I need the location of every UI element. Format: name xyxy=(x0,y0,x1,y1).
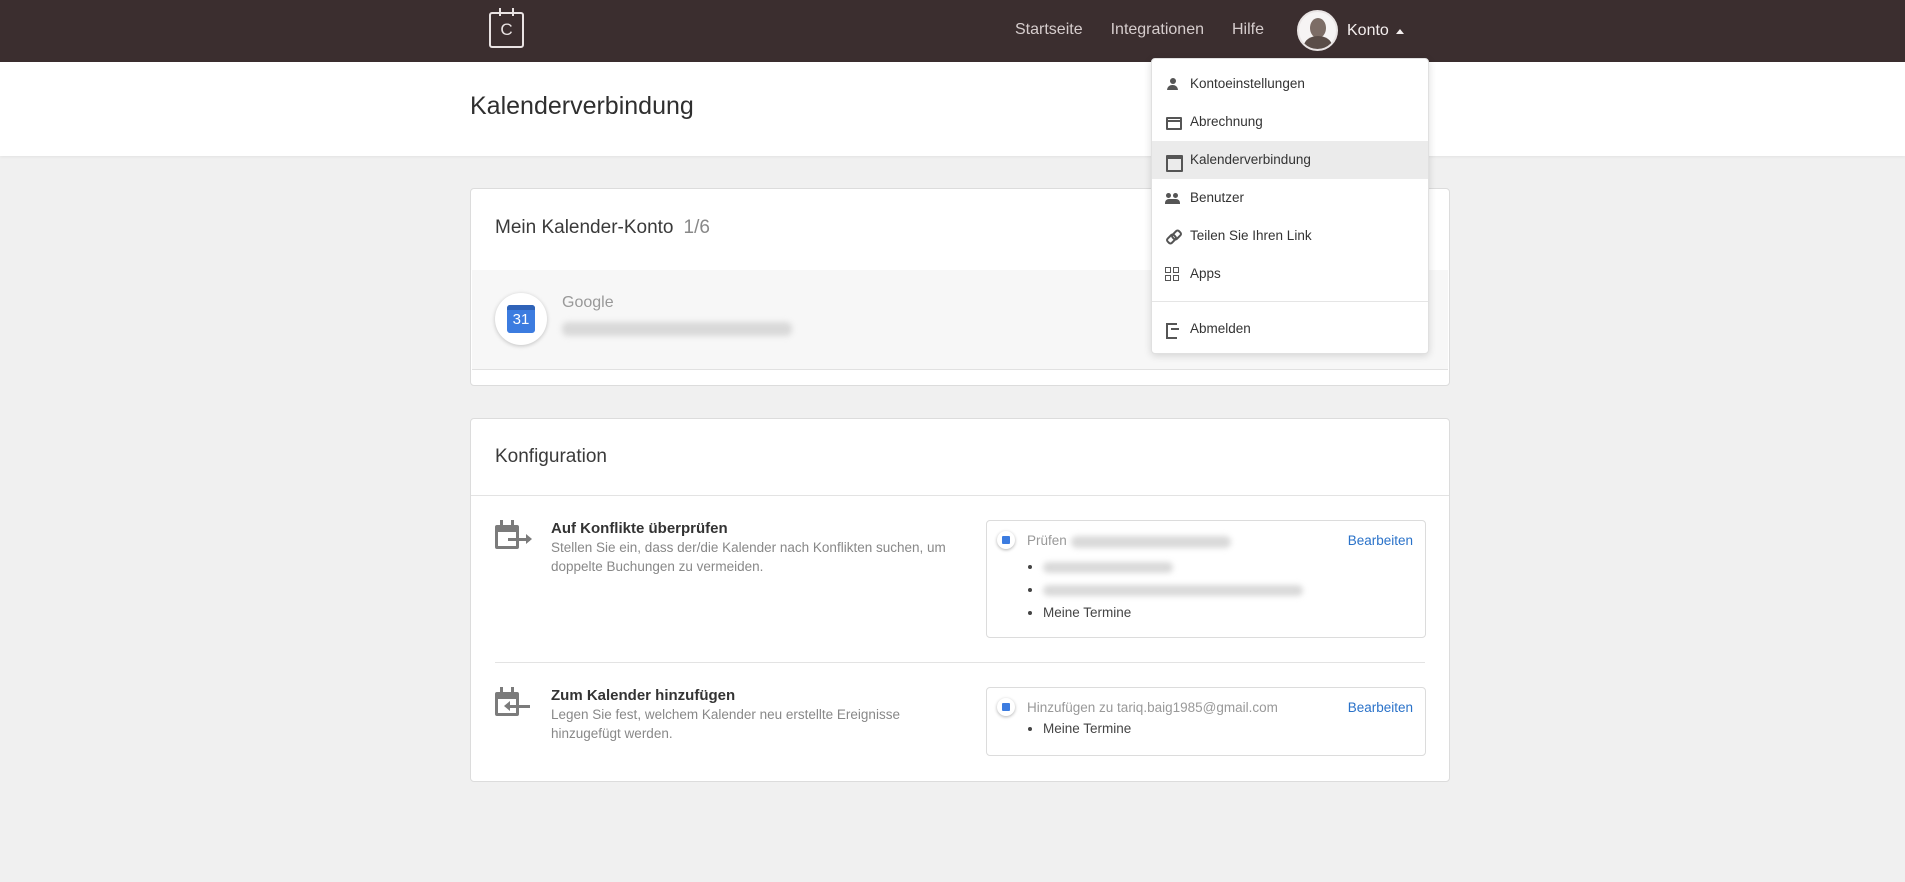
logo-letter: C xyxy=(500,20,513,39)
calendar-arrow-out-icon xyxy=(495,519,532,551)
page-title: Kalenderverbindung xyxy=(470,92,694,120)
google-calendar-small-icon xyxy=(997,698,1015,716)
menu-separator xyxy=(1152,301,1428,302)
add-to-calendar-box-label: Hinzufügen zu tariq.baig1985@gmail.com xyxy=(1027,700,1278,715)
menu-item-label: Kalenderverbindung xyxy=(1190,152,1311,167)
add-to-calendar-list: Meine Termine xyxy=(1043,717,1131,740)
calendar-account-counter: 1/6 xyxy=(683,217,710,238)
calendar-account-heading: Mein Kalender-Konto 1/6 xyxy=(495,217,710,239)
calendar-arrow-in-icon xyxy=(495,686,530,718)
main-nav: Startseite Integrationen Hilfe xyxy=(1015,21,1264,39)
menu-item-kalenderverbindung[interactable]: Kalenderverbindung xyxy=(1152,141,1428,179)
menu-item-label: Benutzer xyxy=(1190,190,1245,205)
google-calendar-badge: 31 xyxy=(507,305,535,333)
add-to-calendar-box: Hinzufügen zu tariq.baig1985@gmail.com B… xyxy=(986,687,1426,756)
blurred-account-email xyxy=(1071,536,1231,548)
menu-item-label: Kontoeinstellungen xyxy=(1190,76,1305,91)
conflicts-edit-link[interactable]: Bearbeiten xyxy=(1348,533,1413,548)
page-header xyxy=(0,62,1905,156)
credit-card-icon xyxy=(1165,115,1182,130)
provider-name: Google xyxy=(562,294,614,311)
conflicts-title: Auf Konflikte überprüfen xyxy=(551,520,728,537)
menu-item-benutzer[interactable]: Benutzer xyxy=(1152,179,1428,217)
conflicts-box-label: Prüfen xyxy=(1027,533,1067,548)
app-logo[interactable]: C xyxy=(489,8,524,48)
calendar-account-title: Mein Kalender-Konto xyxy=(495,217,674,238)
conflicts-calendar-box: Prüfen Bearbeiten Meine Termine xyxy=(986,520,1426,638)
top-navigation-bar: C Startseite Integrationen Hilfe Konto xyxy=(0,0,1905,62)
apps-icon xyxy=(1165,267,1180,281)
users-icon xyxy=(1165,191,1180,205)
caret-up-icon[interactable] xyxy=(1396,29,1404,34)
configuration-card: Konfiguration Auf Konflikte überprüfen S… xyxy=(470,418,1450,782)
add-to-calendar-description: Legen Sie fest, welchem Kalender neu ers… xyxy=(551,707,900,741)
menu-item-label: Abmelden xyxy=(1190,321,1251,336)
menu-item-label: Abrechnung xyxy=(1190,114,1263,129)
list-item xyxy=(1043,578,1303,601)
menu-item-label: Apps xyxy=(1190,266,1221,281)
google-calendar-icon: 31 xyxy=(495,293,547,345)
user-avatar[interactable] xyxy=(1297,10,1338,51)
logout-icon xyxy=(1165,322,1180,339)
conflicts-calendar-list: Meine Termine xyxy=(1043,555,1303,624)
link-icon xyxy=(1165,229,1180,243)
nav-link-hilfe[interactable]: Hilfe xyxy=(1232,21,1264,39)
menu-item-abrechnung[interactable]: Abrechnung xyxy=(1152,103,1428,141)
nav-link-startseite[interactable]: Startseite xyxy=(1015,21,1083,39)
configuration-divider xyxy=(471,495,1449,496)
nav-link-integrationen[interactable]: Integrationen xyxy=(1111,21,1204,39)
menu-item-kontoeinstellungen[interactable]: Kontoeinstellungen xyxy=(1152,65,1428,103)
configuration-title: Konfiguration xyxy=(495,446,607,467)
account-menu-toggle[interactable]: Konto xyxy=(1347,22,1389,40)
menu-item-abmelden[interactable]: Abmelden xyxy=(1152,310,1428,348)
menu-item-apps[interactable]: Apps xyxy=(1152,255,1428,293)
menu-item-label: Teilen Sie Ihren Link xyxy=(1190,228,1312,243)
calendar-icon xyxy=(1165,153,1183,172)
list-item: Meine Termine xyxy=(1043,601,1303,624)
blurred-calendar-name xyxy=(1043,561,1173,573)
account-dropdown-menu: Kontoeinstellungen Abrechnung Kalenderve… xyxy=(1151,58,1429,354)
blurred-account-email xyxy=(562,322,792,336)
add-to-calendar-edit-link[interactable]: Bearbeiten xyxy=(1348,700,1413,715)
conflicts-description: Stellen Sie ein, dass der/die Kalender n… xyxy=(551,540,946,574)
blurred-calendar-name xyxy=(1043,584,1303,596)
list-item: Meine Termine xyxy=(1043,717,1131,740)
config-row-divider xyxy=(495,662,1425,663)
add-to-calendar-title: Zum Kalender hinzufügen xyxy=(551,687,736,704)
menu-item-teilen-link[interactable]: Teilen Sie Ihren Link xyxy=(1152,217,1428,255)
user-icon xyxy=(1165,77,1180,91)
list-item xyxy=(1043,555,1303,578)
google-calendar-small-icon xyxy=(997,531,1015,549)
